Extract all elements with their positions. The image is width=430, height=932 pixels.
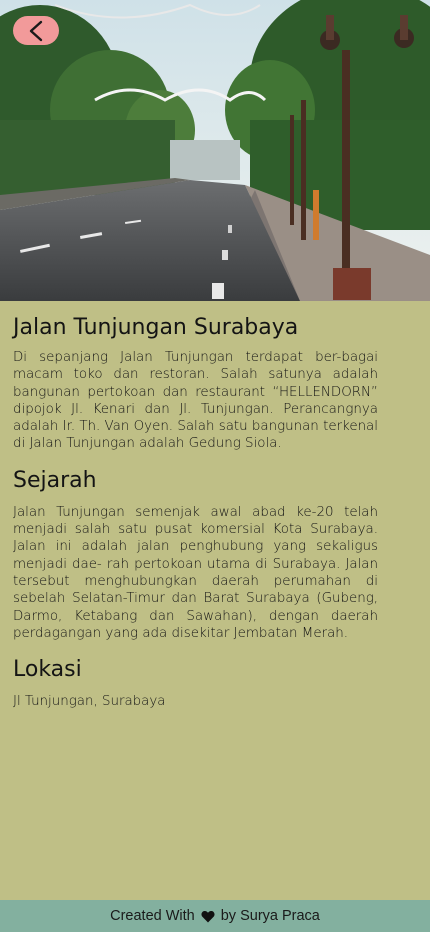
chevron-left-icon [29, 20, 43, 41]
section-body-sejarah: Jalan Tunjungan semenjak awal abad ke-20… [13, 504, 378, 641]
intro-paragraph: Di sepanjang Jalan Tunjungan terdapat be… [13, 350, 378, 452]
section-heading-sejarah: Sejarah [13, 467, 97, 493]
footer-suffix: by Surya Praca [220, 908, 320, 924]
section-body-lokasi: Jl Tunjungan, Surabaya [13, 694, 166, 710]
back-button[interactable] [13, 16, 59, 45]
page-title: Jalan Tunjungan Surabaya [13, 315, 299, 340]
street-photo [0, 0, 430, 301]
section-heading-lokasi: Lokasi [13, 657, 82, 683]
footer-prefix: Created With [110, 908, 195, 924]
article: Jalan Tunjungan Surabaya Di sepanjang Ja… [13, 312, 378, 710]
heart-icon [201, 910, 215, 923]
footer: Created With by Surya Praca [0, 900, 430, 932]
hero-image [0, 0, 430, 301]
